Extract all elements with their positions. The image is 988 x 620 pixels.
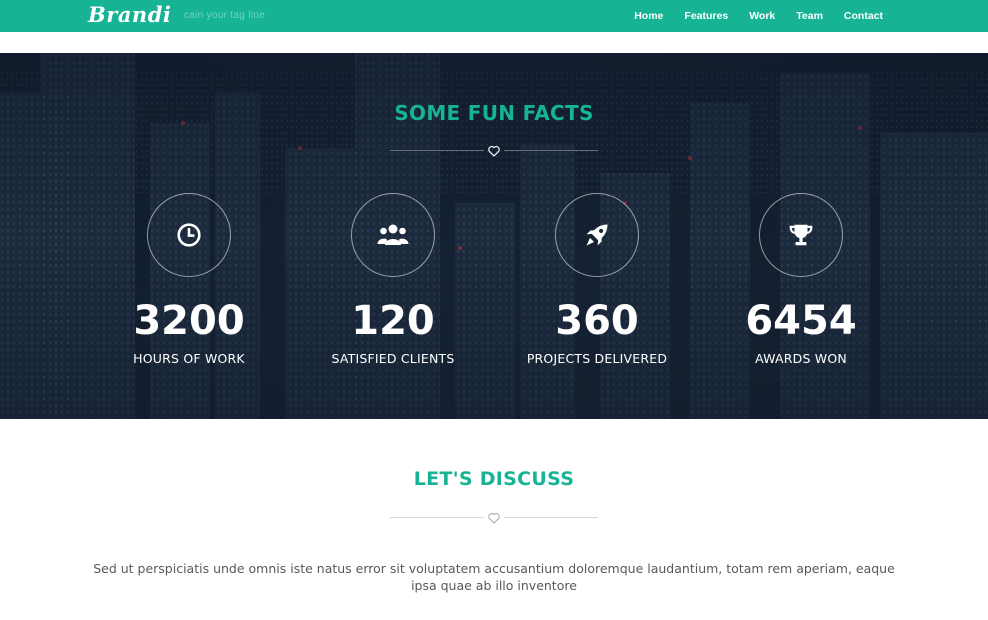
divider-line [390,150,484,151]
stat-hours-of-work: 3200 HOURS OF WORK [87,193,291,366]
discuss-paragraph: Sed ut perspiciatis unde omnis iste natu… [93,561,895,593]
stat-label: AWARDS WON [755,351,847,366]
nav-link-team[interactable]: Team [796,10,823,22]
nav-link-work[interactable]: Work [749,10,775,22]
stat-icon-circle [147,193,231,277]
brand-logo[interactable]: Brandi [88,2,171,27]
stat-label: SATISFIED CLIENTS [331,351,455,366]
rocket-icon [586,224,608,246]
stat-icon-circle [555,193,639,277]
section-divider [390,144,598,158]
stat-projects-delivered: 360 PROJECTS DELIVERED [495,193,699,366]
stat-value: 120 [351,298,435,344]
heart-icon [488,145,500,157]
stat-awards-won: 6454 AWARDS WON [699,193,903,366]
section-divider [390,511,598,525]
stat-value: 6454 [745,298,857,344]
stat-icon-circle [759,193,843,277]
clock-icon [177,223,201,247]
tagline: cain your tag line [184,10,266,21]
stat-label: HOURS OF WORK [133,351,245,366]
nav-link-home[interactable]: Home [634,10,663,22]
stat-label: PROJECTS DELIVERED [526,351,668,366]
users-icon [377,224,409,245]
nav-link-contact[interactable]: Contact [844,10,883,22]
stat-value: 360 [555,298,639,344]
heart-icon [488,513,500,524]
divider-line [390,517,484,518]
fun-facts-title: SOME FUN FACTS [394,101,594,125]
stat-icon-circle [351,193,435,277]
discuss-title: LET'S DISCUSS [413,468,575,490]
stat-satisfied-clients: 120 SATISFIED CLIENTS [291,193,495,366]
fun-facts-section: SOME FUN FACTS 3200 HOURS OF WORK 120 SA… [0,53,988,419]
stat-value: 3200 [133,298,245,344]
divider-line [504,517,598,518]
navbar: Brandi cain your tag line Home Features … [0,0,988,32]
nav-link-features[interactable]: Features [684,10,728,22]
main-nav: Home Features Work Team Contact [634,0,883,32]
trophy-icon [789,224,813,246]
divider-line [504,150,598,151]
